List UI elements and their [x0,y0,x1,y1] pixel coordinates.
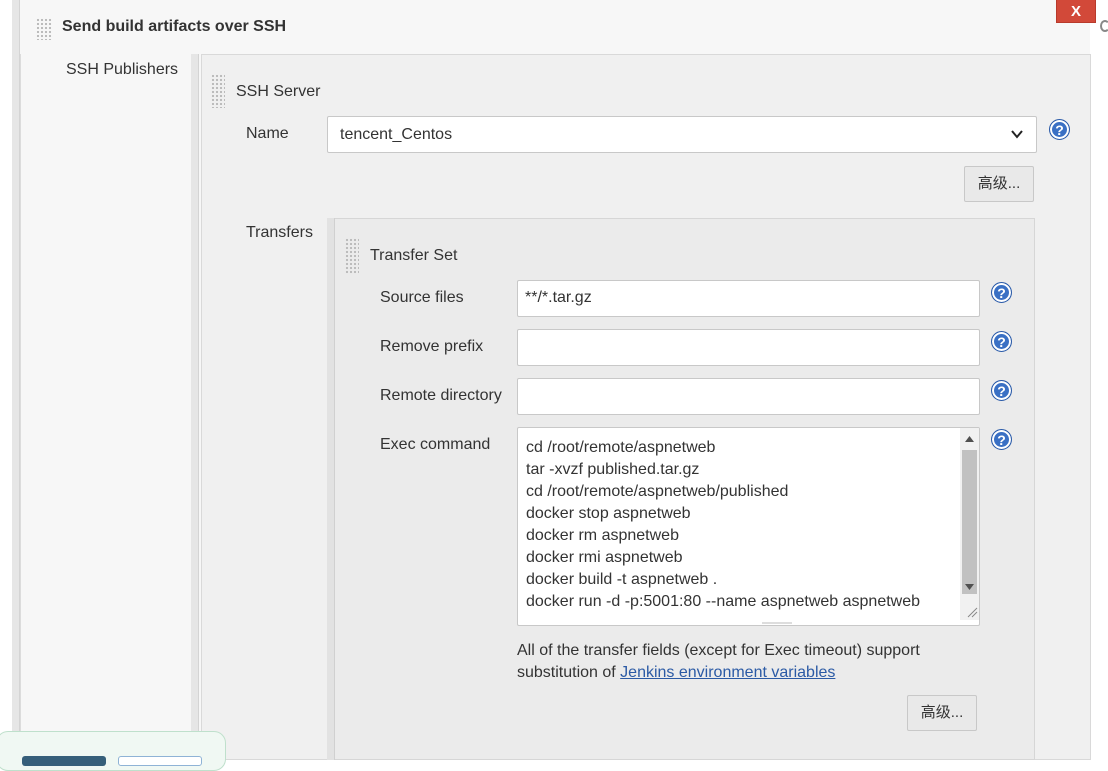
scrollbar-thumb[interactable] [962,450,977,594]
exec-command-line: docker build -t aspnetweb . [526,571,718,588]
edge-cut-icon [1100,20,1108,32]
exec-command-line: cd /root/remote/aspnetweb/published [526,483,789,500]
help-icon[interactable]: ? [991,380,1012,401]
note-line-1: All of the transfer fields (except for E… [517,642,920,659]
section-title: Send build artifacts over SSH [62,18,287,35]
name-label: Name [246,125,289,142]
textarea-resize-handle-icon[interactable] [762,622,792,626]
transfer-set-strip [327,218,335,760]
scroll-down-icon[interactable] [964,582,975,592]
ssh-publishers-label: SSH Publishers [66,61,179,78]
source-files-label: Source files [380,289,464,306]
chevron-down-icon [1011,130,1023,139]
close-button[interactable]: X [1056,0,1096,23]
ssh-server-select[interactable]: tencent_Centos [327,116,1037,153]
transfers-label: Transfers [246,224,313,241]
exec-command-line: docker rmi aspnetweb [526,549,683,566]
exec-command-line: docker stop aspnetweb [526,505,691,522]
ssh-server-strip [191,54,199,760]
resize-corner-icon[interactable] [966,606,978,618]
note-line-2: substitution of Jenkins environment vari… [517,662,987,684]
exec-command-line: tar -xvzf published.tar.gz [526,461,700,478]
note-prefix: substitution of [517,664,621,681]
help-icon[interactable]: ? [991,331,1012,352]
remove-prefix-input[interactable] [517,329,980,366]
help-icon[interactable]: ? [1049,119,1070,140]
exec-command-line: docker rm aspnetweb [526,527,679,544]
remote-directory-label: Remote directory [380,387,502,404]
drag-handle-icon[interactable] [36,18,52,40]
drag-handle-icon[interactable] [345,238,359,274]
jenkins-env-vars-link[interactable]: Jenkins environment variables [620,664,835,681]
transfer-set-title: Transfer Set [370,247,458,264]
notification-secondary-button[interactable] [118,756,202,766]
drag-handle-icon[interactable] [211,74,225,108]
server-advanced-button[interactable]: 高级... [964,166,1034,202]
substitution-note: All of the transfer fields (except for E… [517,640,987,684]
exec-command-line: cd /root/remote/aspnetweb [526,439,716,456]
help-icon[interactable]: ? [991,282,1012,303]
help-icon[interactable]: ? [991,429,1012,450]
remove-prefix-label: Remove prefix [380,338,484,355]
outer-left-strip [12,0,20,760]
source-files-input[interactable]: **/*.tar.gz [517,280,980,317]
ssh-server-title: SSH Server [236,83,321,100]
ssh-server-select-value: tencent_Centos [340,126,453,143]
exec-command-line: docker run -d -p:5001:80 --name aspnetwe… [526,593,921,610]
transfer-advanced-button[interactable]: 高级... [907,695,977,731]
exec-command-textarea[interactable]: cd /root/remote/aspnetweb tar -xvzf publ… [517,427,980,626]
notification-primary-button[interactable] [22,756,106,766]
remote-directory-input[interactable] [517,378,980,415]
exec-command-label: Exec command [380,436,491,453]
scroll-up-icon[interactable] [964,434,975,444]
